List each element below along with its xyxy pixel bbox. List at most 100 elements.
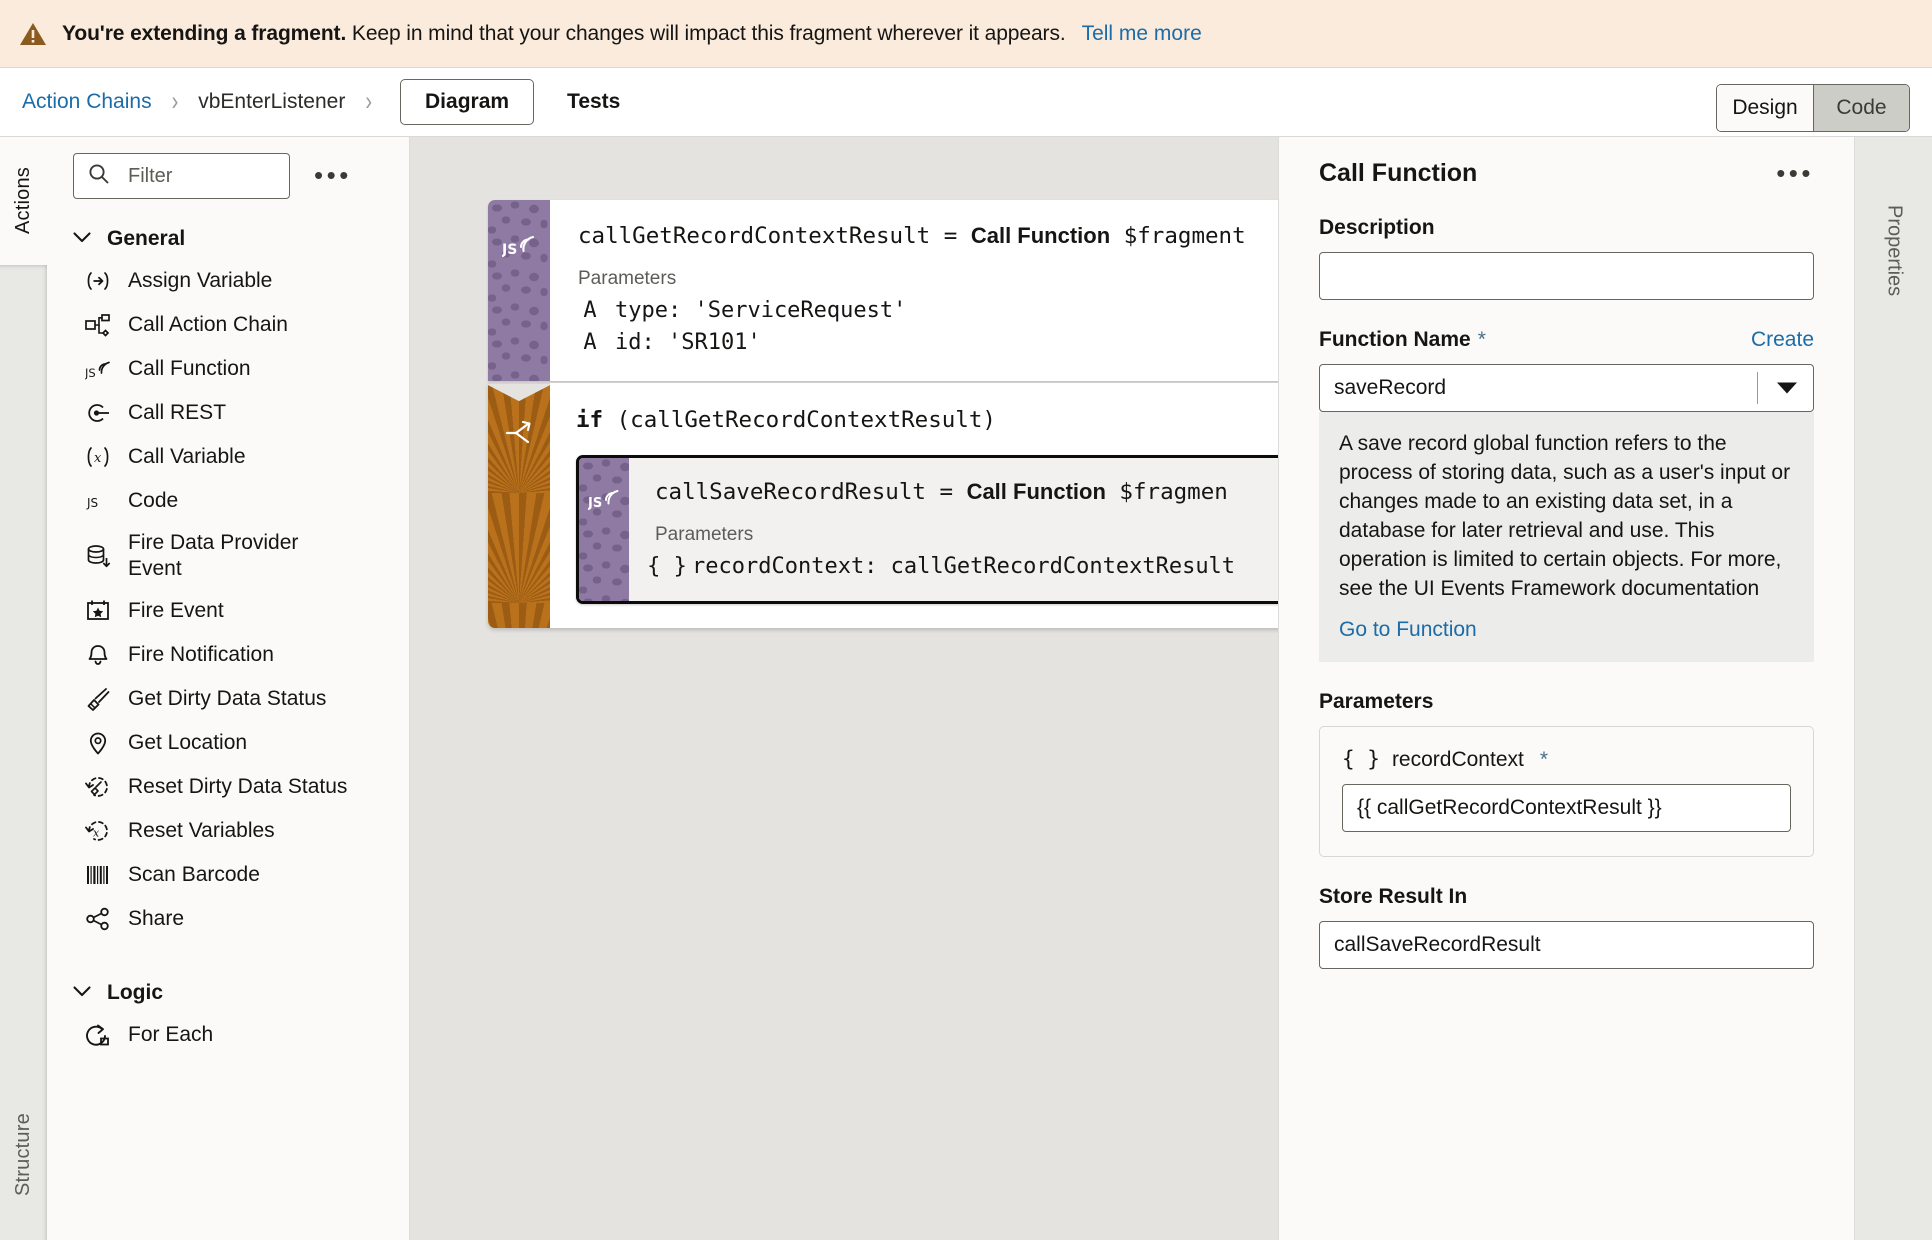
js-call-function-icon: JS [587, 484, 620, 517]
description-field[interactable] [1319, 252, 1814, 300]
action-item-reset-dirty-data-status[interactable]: Reset Dirty Data Status [47, 765, 409, 809]
node-code-line: callGetRecordContextResult = Call Functi… [578, 222, 1278, 250]
diagram-node-if-branch[interactable]: if (callGetRecordContextResult) JS callS… [488, 383, 1278, 629]
group-header-logic[interactable]: Logic [47, 981, 409, 1005]
node-parameter-text: id: 'SR101' [615, 330, 761, 356]
parameters-label: Parameters [1319, 689, 1434, 713]
svg-text:x: x [93, 827, 100, 840]
action-item-label: Call Function [128, 357, 251, 380]
action-item-label: Scan Barcode [128, 863, 260, 886]
tell-me-more-link[interactable]: Tell me more [1082, 22, 1202, 46]
chevron-down-icon [73, 230, 91, 248]
action-item-reset-variables[interactable]: x Reset Variables [47, 809, 409, 853]
action-item-fire-data-provider-event[interactable]: Fire Data Provider Event [47, 523, 409, 589]
call-variable-icon: x [85, 444, 111, 470]
group-label: Logic [107, 981, 163, 1004]
rail-tab-actions[interactable]: Actions [0, 137, 47, 265]
action-item-label: Reset Dirty Data Status [128, 775, 348, 798]
node-parameter-row: A id: 'SR101' [578, 330, 1278, 355]
chevron-down-icon[interactable] [1777, 382, 1797, 394]
diagram-node-call-function-selected[interactable]: JS callSaveRecordResult = Call Function … [576, 455, 1278, 605]
description-label: Description [1319, 216, 1435, 239]
action-item-label: Call Action Chain [128, 313, 288, 336]
required-marker: * [1539, 747, 1549, 771]
node-body: callSaveRecordResult = Call Function $fr… [629, 458, 1278, 601]
actions-overflow-menu-icon[interactable]: ••• [314, 163, 352, 188]
action-item-label: Reset Variables [128, 819, 275, 842]
breadcrumb-action-chains[interactable]: Action Chains [22, 90, 152, 114]
node-parameters-label: Parameters [578, 268, 677, 290]
function-name-select[interactable]: saveRecord [1319, 364, 1814, 412]
warning-triangle-icon [18, 19, 48, 49]
if-body: if (callGetRecordContextResult) JS callS… [550, 383, 1278, 628]
node-code-target: $fragmen [1105, 479, 1228, 506]
page-title: Call Function [1319, 159, 1478, 187]
node-code-keyword: Call Function [966, 479, 1106, 505]
action-item-call-action-chain[interactable]: Call Action Chain [47, 303, 409, 347]
branch-fork-icon [504, 419, 534, 452]
properties-overflow-menu-icon[interactable]: ••• [1776, 160, 1814, 185]
function-name-value: saveRecord [1334, 376, 1447, 399]
go-to-function-link[interactable]: Go to Function [1339, 618, 1477, 642]
string-type-icon: A [583, 298, 597, 324]
action-item-scan-barcode[interactable]: Scan Barcode [47, 853, 409, 897]
group-header-general[interactable]: General [47, 227, 409, 251]
for-each-loop-icon [85, 1022, 111, 1048]
action-item-fire-event[interactable]: Fire Event [47, 589, 409, 633]
rail-tab-structure[interactable]: Structure [0, 1070, 47, 1240]
action-item-label: Get Location [128, 731, 248, 754]
action-item-assign-variable[interactable]: Assign Variable [47, 259, 409, 303]
action-item-fire-notification[interactable]: Fire Notification [47, 633, 409, 677]
banner-message: You're extending a fragment. Keep in min… [62, 22, 1066, 46]
js-call-function-icon: JS [501, 230, 536, 265]
store-result-in-field[interactable]: callSaveRecordResult [1319, 920, 1814, 969]
action-item-label: Call REST [128, 401, 227, 424]
breadcrumb-separator-icon: › [171, 87, 179, 117]
action-item-get-dirty-data-status[interactable]: Get Dirty Data Status [47, 677, 409, 721]
action-item-share[interactable]: Share [47, 897, 409, 941]
design-code-toggle: Design Code [1716, 84, 1910, 132]
tab-diagram[interactable]: Diagram [400, 79, 535, 125]
diagram-node-call-function[interactable]: JS callGetRecordContextResult = Call Fun… [488, 200, 1278, 382]
diagram-canvas[interactable]: JS callGetRecordContextResult = Call Fun… [410, 137, 1278, 1240]
editor-toolbar: Action Chains › vbEnterListener › Diagra… [0, 68, 1932, 137]
action-item-call-rest[interactable]: Call REST [47, 391, 409, 435]
breadcrumb-vbenterlistener[interactable]: vbEnterListener [198, 90, 345, 114]
tab-tests[interactable]: Tests [542, 79, 645, 125]
node-code-line: callSaveRecordResult = Call Function $fr… [655, 478, 1278, 506]
action-item-label: Fire Event [128, 599, 224, 622]
if-condition-line: if (callGetRecordContextResult) [576, 407, 1278, 433]
function-help-text: A save record global function refers to … [1339, 432, 1791, 600]
banner-message-bold: You're extending a fragment. [62, 21, 347, 45]
if-keyword: if [576, 407, 604, 434]
search-input-placeholder: Filter [128, 164, 173, 187]
svg-text:JS: JS [86, 496, 98, 510]
rail-tab-properties[interactable]: Properties [1855, 151, 1932, 351]
node-band-call-function: JS [579, 458, 629, 602]
function-help-box: A save record global function refers to … [1319, 412, 1814, 662]
breadcrumb-separator-icon: › [365, 87, 373, 117]
toggle-design[interactable]: Design [1717, 85, 1813, 131]
actions-palette-panel: Filter ••• General Assign Variable Call … [47, 137, 410, 1240]
node-code-keyword: Call Function [970, 223, 1111, 248]
action-item-code[interactable]: JS Code [47, 479, 409, 523]
node-parameter-text: recordContext: callGetRecordContextResul… [692, 554, 1236, 580]
left-rail: Actions Structure [0, 137, 47, 1240]
branch-notch [488, 383, 550, 402]
node-body: callGetRecordContextResult = Call Functi… [550, 200, 1278, 381]
search-input[interactable]: Filter [73, 153, 290, 199]
store-result-in-label: Store Result In [1319, 884, 1468, 908]
fire-event-icon [85, 598, 111, 624]
create-function-link[interactable]: Create [1751, 328, 1814, 352]
share-icon [85, 906, 111, 932]
action-item-for-each[interactable]: For Each [47, 1013, 409, 1057]
node-code-assign: callGetRecordContextResult = [578, 223, 971, 249]
action-item-call-function[interactable]: JS Call Function [47, 347, 409, 391]
parameter-value-field[interactable]: {{ callGetRecordContextResult }} [1342, 783, 1791, 832]
action-item-get-location[interactable]: Get Location [47, 721, 409, 765]
action-item-call-variable[interactable]: x Call Variable [47, 435, 409, 479]
node-parameter-row: { } recordContext: callGetRecordContextR… [647, 554, 1278, 580]
toggle-code[interactable]: Code [1813, 85, 1909, 131]
svg-text:JS: JS [502, 242, 517, 258]
required-marker: * [1477, 328, 1486, 351]
